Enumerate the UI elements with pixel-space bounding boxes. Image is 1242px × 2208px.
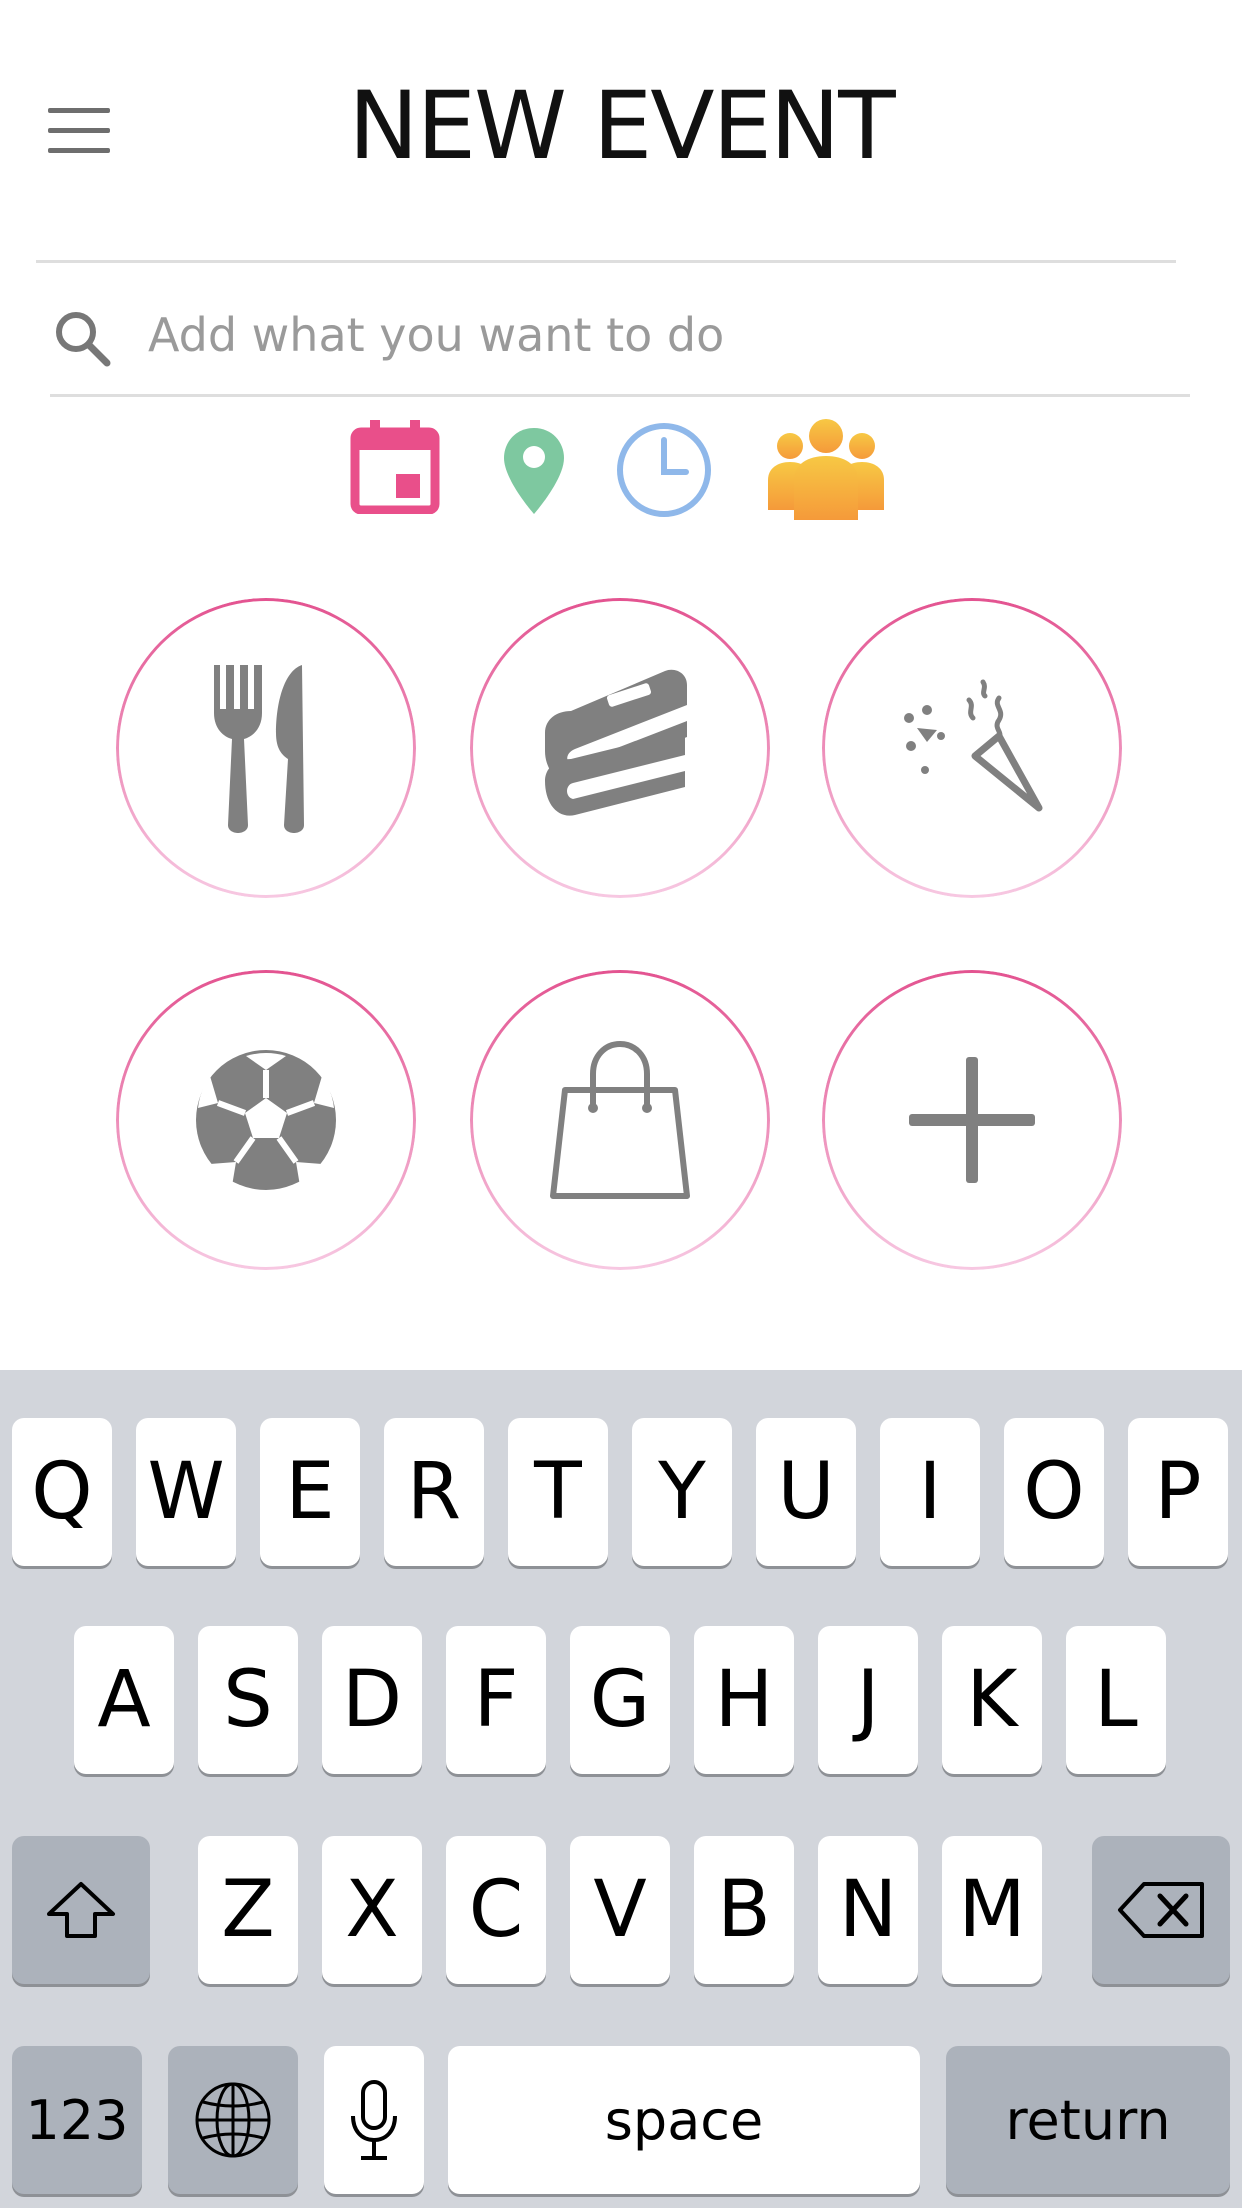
shopping-bag-icon (550, 1040, 690, 1199)
category-shopping-button[interactable] (470, 970, 770, 1270)
key-t[interactable]: T (508, 1418, 608, 1566)
search-divider (50, 394, 1190, 397)
shift-arrow-icon (47, 1882, 115, 1938)
globe-key[interactable] (168, 2046, 298, 2194)
microphone-key[interactable] (324, 2046, 424, 2194)
category-sports-button[interactable] (116, 970, 416, 1270)
delete-key[interactable] (1092, 1836, 1230, 1984)
calendar-icon[interactable] (350, 420, 440, 514)
key-g[interactable]: G (570, 1626, 670, 1774)
key-m[interactable]: M (942, 1836, 1042, 1984)
microphone-icon (351, 2080, 397, 2160)
category-study-button[interactable] (470, 598, 770, 898)
key-a[interactable]: A (74, 1626, 174, 1774)
key-u[interactable]: U (756, 1418, 856, 1566)
key-v[interactable]: V (570, 1836, 670, 1984)
party-popper-icon (904, 679, 1043, 812)
key-z[interactable]: Z (198, 1836, 298, 1984)
key-i[interactable]: I (880, 1418, 980, 1566)
header-divider (36, 260, 1176, 263)
key-y[interactable]: Y (632, 1418, 732, 1566)
key-n[interactable]: N (818, 1836, 918, 1984)
key-f[interactable]: F (446, 1626, 546, 1774)
key-d[interactable]: D (322, 1626, 422, 1774)
category-party-button[interactable] (822, 598, 1122, 898)
soccer-ball-icon (196, 1050, 336, 1190)
key-h[interactable]: H (694, 1626, 794, 1774)
food-icon (214, 665, 304, 833)
page-title: NEW EVENT (348, 72, 895, 181)
category-food-button[interactable] (116, 598, 416, 898)
add-icon (909, 1057, 1035, 1183)
key-k[interactable]: K (942, 1626, 1042, 1774)
key-r[interactable]: R (384, 1418, 484, 1566)
category-add-button[interactable] (822, 970, 1122, 1270)
return-key[interactable]: return (946, 2046, 1230, 2194)
shift-key[interactable] (12, 1836, 150, 1984)
key-b[interactable]: B (694, 1836, 794, 1984)
books-icon (545, 669, 687, 816)
keyboard: QWERTYUIOP ASDFGHJKL ZXCVBNM 123 space r (0, 1370, 1242, 2208)
search-icon (56, 312, 111, 367)
space-key[interactable]: space (448, 2046, 920, 2194)
key-q[interactable]: Q (12, 1418, 112, 1566)
delete-icon (1118, 1882, 1204, 1938)
clock-icon[interactable] (614, 420, 714, 520)
key-l[interactable]: L (1066, 1626, 1166, 1774)
key-x[interactable]: X (322, 1836, 422, 1984)
key-p[interactable]: P (1128, 1418, 1228, 1566)
key-e[interactable]: E (260, 1418, 360, 1566)
key-o[interactable]: O (1004, 1418, 1104, 1566)
group-people-icon[interactable] (764, 414, 888, 520)
key-s[interactable]: S (198, 1626, 298, 1774)
search-input[interactable] (148, 298, 1168, 372)
location-pin-icon[interactable] (500, 424, 568, 518)
key-w[interactable]: W (136, 1418, 236, 1566)
key-j[interactable]: J (818, 1626, 918, 1774)
key-c[interactable]: C (446, 1836, 546, 1984)
globe-icon (195, 2082, 271, 2158)
numbers-key[interactable]: 123 (12, 2046, 142, 2194)
